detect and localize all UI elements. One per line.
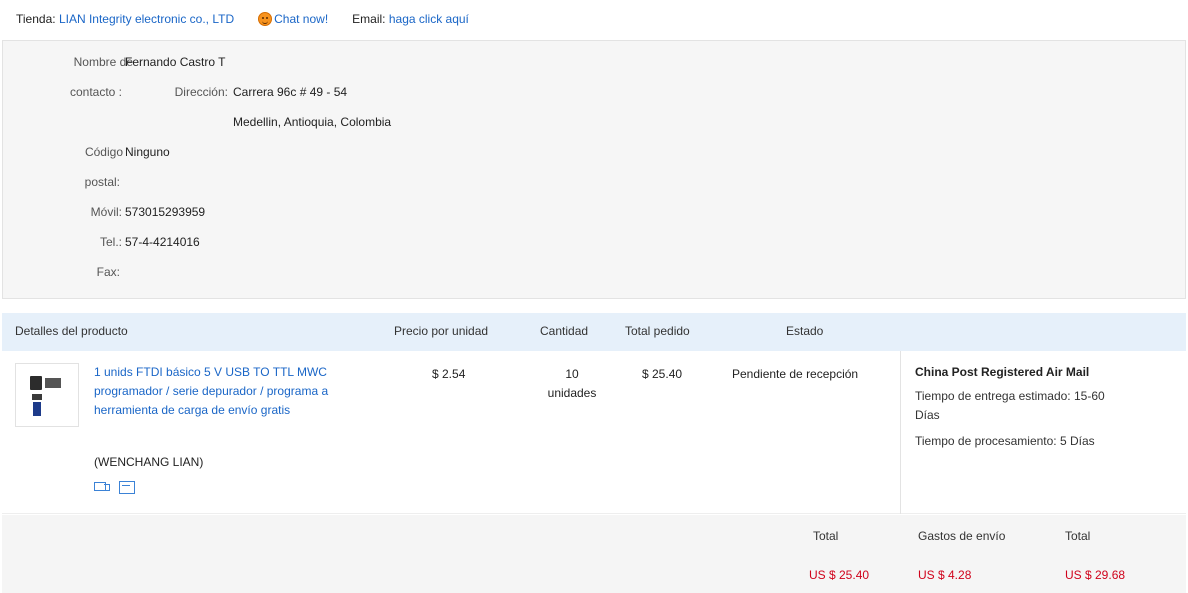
fax-label: Fax:	[96, 265, 120, 279]
header-quantity: Cantidad	[540, 324, 589, 338]
email-link[interactable]: haga click aquí	[389, 12, 469, 26]
quantity-number: 10	[565, 367, 579, 381]
chat-now-button[interactable]: Chat now!	[258, 12, 328, 26]
grand-total-label: Total	[1065, 529, 1091, 543]
store-name-link[interactable]: LIAN Integrity electronic co., LTD	[59, 12, 234, 26]
order-totals: Total US $ 25.40 Gastos de envío US $ 4.…	[2, 515, 1186, 593]
seller-name: (WENCHANG LIAN)	[94, 455, 204, 469]
postal-value: Ninguno	[125, 145, 170, 159]
unit-price: $ 2.54	[432, 367, 466, 381]
product-icons	[94, 479, 135, 494]
row-total: $ 25.40	[642, 367, 683, 381]
quantity-unit: unidades	[547, 386, 597, 400]
chat-now-link[interactable]: Chat now!	[274, 12, 328, 26]
subtotal-value: US $ 25.40	[809, 568, 870, 582]
phone-label: Tel.:	[99, 235, 122, 249]
processing-time: Tiempo de procesamiento: 5 Días	[915, 434, 1095, 448]
header-product-details: Detalles del producto	[15, 324, 128, 338]
contact-name-label-2: contacto :	[69, 85, 122, 99]
store-label: Tienda:	[16, 12, 56, 26]
product-thumbnail[interactable]	[15, 363, 79, 427]
email-label: Email:	[352, 12, 386, 26]
contact-name-value: Fernando Castro T	[125, 55, 226, 69]
header-status: Estado	[786, 324, 824, 338]
header-order-total: Total pedido	[625, 324, 690, 338]
subtotal-label: Total	[813, 529, 839, 543]
truck-icon[interactable]	[94, 479, 110, 493]
shipping-cost-value: US $ 4.28	[918, 568, 972, 582]
shipping-info: China Post Registered Air Mail Tiempo de…	[900, 351, 1186, 514]
contact-info-panel: Nombre de Fernando Castro T contacto : D…	[2, 40, 1186, 299]
phone-value: 57-4-4214016	[125, 235, 200, 249]
postal-label-2: postal:	[84, 175, 120, 189]
mobile-label: Móvil:	[90, 205, 122, 219]
delivery-estimate-1: Tiempo de entrega estimado: 15-60	[915, 389, 1105, 403]
address-line-1: Carrera 96c # 49 - 54	[233, 85, 348, 99]
address-label: Dirección:	[174, 85, 228, 99]
mobile-value: 573015293959	[125, 205, 206, 219]
grand-total-value: US $ 29.68	[1065, 568, 1126, 582]
quantity-cell: 10 unidades	[540, 365, 604, 403]
product-table-header: Detalles del producto Precio por unidad …	[2, 313, 1186, 351]
table-row: 1 unids FTDI básico 5 V USB TO TTL MWC p…	[2, 351, 1186, 514]
card-icon[interactable]	[118, 479, 135, 494]
delivery-estimate-2: Días	[915, 408, 940, 422]
order-status: Pendiente de recepción	[732, 367, 859, 381]
store-bar: Tienda: LIAN Integrity electronic co., L…	[16, 10, 469, 28]
shipping-cost-label: Gastos de envío	[918, 529, 1006, 543]
contact-name-label-1: Nombre de	[73, 55, 133, 69]
postal-label-1: Código	[84, 145, 123, 159]
shipping-method: China Post Registered Air Mail	[915, 365, 1090, 379]
address-line-2: Medellin, Antioquia, Colombia	[233, 115, 392, 129]
chat-icon	[258, 12, 273, 26]
header-unit-price: Precio por unidad	[394, 324, 489, 338]
product-name-link[interactable]: 1 unids FTDI básico 5 V USB TO TTL MWC p…	[94, 363, 376, 420]
